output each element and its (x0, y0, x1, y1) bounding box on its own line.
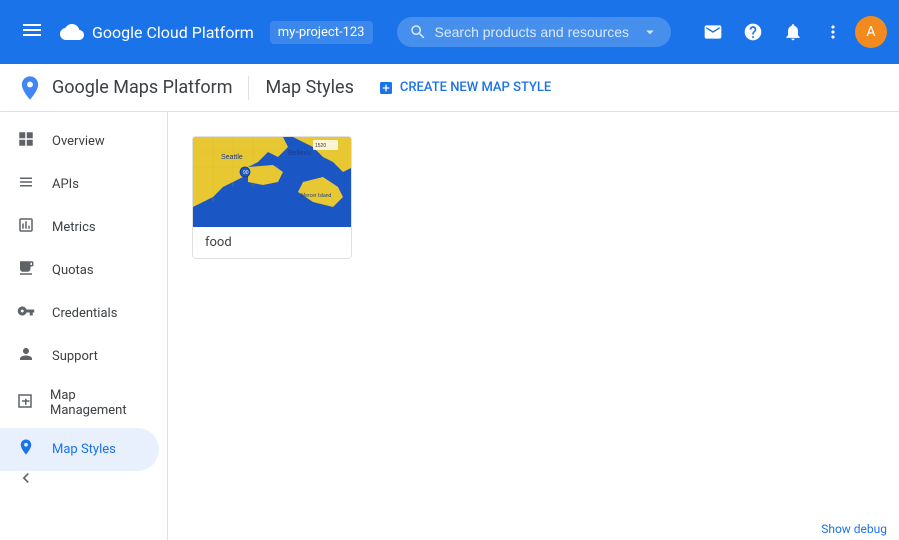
sidebar-item-support[interactable]: Support (0, 335, 159, 378)
overview-icon (16, 130, 36, 153)
separator (248, 76, 249, 100)
sidebar-item-map-styles[interactable]: Map Styles (0, 428, 159, 471)
map-styles-icon (16, 438, 36, 461)
help-button[interactable] (735, 14, 771, 50)
sidebar-map-management-label: Map Management (50, 388, 143, 418)
map-image: Seattle Bellevu Mercer Island 90 1520 (193, 137, 352, 227)
sidebar-item-quotas[interactable]: Quotas (0, 249, 159, 292)
sidebar-metrics-label: Metrics (52, 220, 96, 235)
maps-logo-icon (16, 74, 44, 102)
app-title: Google Maps Platform (52, 77, 232, 98)
sidebar-collapse-button[interactable] (16, 468, 36, 492)
svg-text:90: 90 (243, 170, 249, 176)
sidebar-apis-label: APIs (52, 177, 79, 192)
notifications-button[interactable] (695, 14, 731, 50)
support-icon (16, 345, 36, 368)
topbar-title: Google Cloud Platform (92, 23, 254, 42)
sidebar-support-label: Support (52, 349, 98, 364)
map-thumbnail: Seattle Bellevu Mercer Island 90 1520 (193, 137, 352, 227)
credentials-icon (16, 302, 36, 325)
add-icon (378, 80, 394, 96)
page-title: Map Styles (265, 77, 353, 98)
subbar: Google Maps Platform Map Styles CREATE N… (0, 64, 899, 112)
sidebar-item-credentials[interactable]: Credentials (0, 292, 159, 335)
project-selector[interactable]: my-project-123 (270, 21, 373, 44)
search-bar[interactable] (397, 17, 672, 47)
search-dropdown-icon[interactable] (641, 23, 659, 41)
svg-text:Seattle: Seattle (221, 154, 243, 161)
cloud-icon (60, 20, 84, 44)
sidebar-quotas-label: Quotas (52, 263, 94, 278)
sidebar-map-styles-label: Map Styles (52, 442, 116, 457)
map-style-card[interactable]: Seattle Bellevu Mercer Island 90 1520 fo… (192, 136, 352, 259)
alerts-button[interactable] (775, 14, 811, 50)
search-input[interactable] (435, 24, 634, 40)
topbar: Google Cloud Platform my-project-123 A (0, 0, 899, 64)
apis-icon (16, 173, 36, 196)
map-style-label: food (193, 227, 351, 258)
topbar-actions: A (695, 14, 887, 50)
metrics-icon (16, 216, 36, 239)
quotas-icon (16, 259, 36, 282)
main-layout: Overview APIs Metrics Quotas Credentials (0, 112, 899, 540)
sidebar-overview-label: Overview (52, 134, 105, 149)
sidebar-item-overview[interactable]: Overview (0, 120, 159, 163)
more-options-button[interactable] (815, 14, 851, 50)
gcp-logo: Google Cloud Platform (60, 20, 254, 44)
sidebar-item-map-management[interactable]: Map Management (0, 378, 159, 428)
collapse-icon (16, 468, 36, 488)
sidebar-item-apis[interactable]: APIs (0, 163, 159, 206)
sidebar: Overview APIs Metrics Quotas Credentials (0, 112, 168, 540)
main-content: Seattle Bellevu Mercer Island 90 1520 fo… (168, 112, 899, 540)
user-avatar[interactable]: A (855, 16, 887, 48)
sidebar-credentials-label: Credentials (52, 306, 117, 321)
menu-icon[interactable] (12, 10, 52, 54)
svg-text:1520: 1520 (315, 143, 326, 149)
svg-text:Mercer Island: Mercer Island (301, 193, 332, 199)
svg-text:Bellevu: Bellevu (288, 150, 311, 157)
search-icon (409, 23, 427, 41)
sidebar-item-metrics[interactable]: Metrics (0, 206, 159, 249)
debug-bar-button[interactable]: Show debug (809, 518, 899, 540)
maps-platform-logo: Google Maps Platform (16, 74, 232, 102)
create-new-map-style-button[interactable]: CREATE NEW MAP STYLE (370, 76, 559, 100)
map-management-icon (16, 392, 34, 415)
